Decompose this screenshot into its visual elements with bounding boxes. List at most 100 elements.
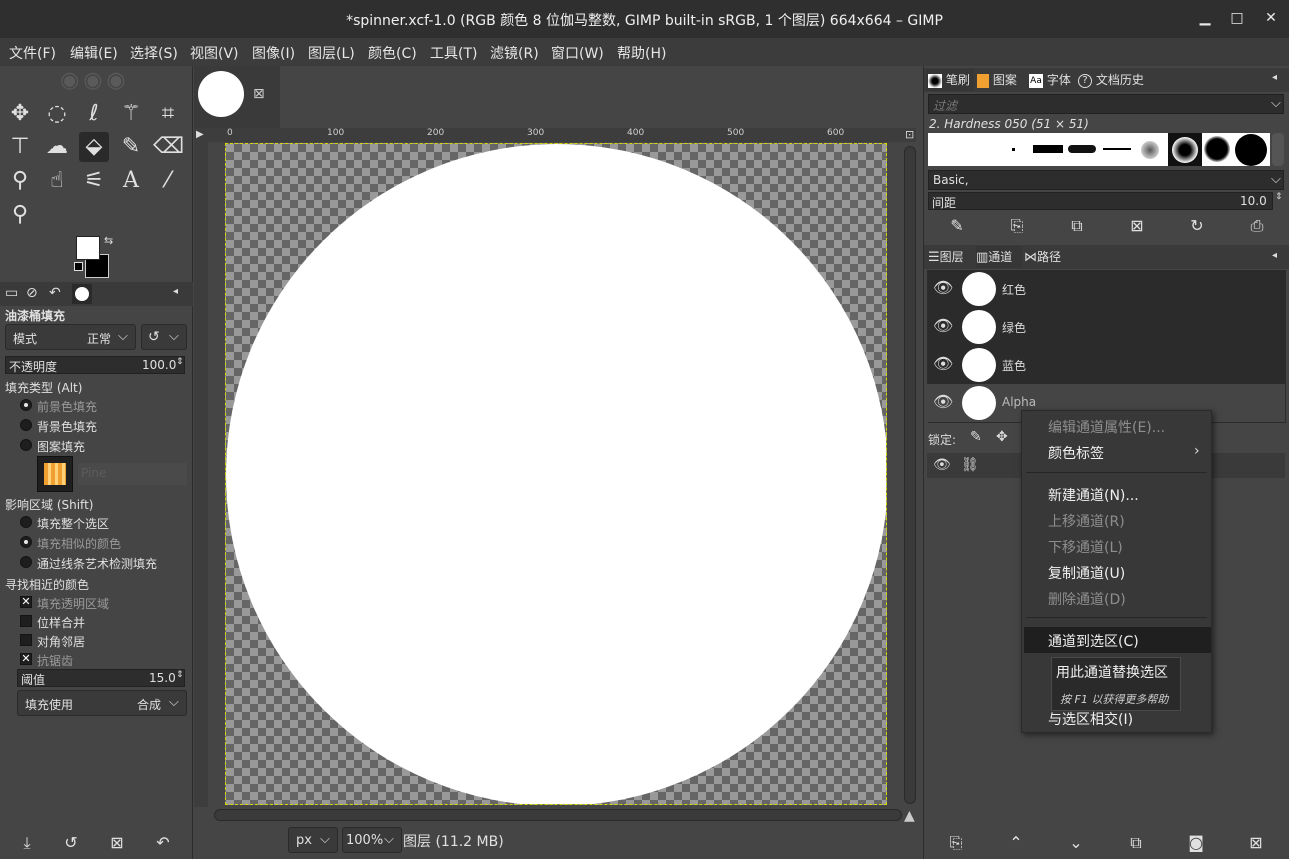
visibility-eye-icon[interactable]: 👁 <box>933 354 953 373</box>
affect-whole-radio[interactable] <box>20 516 32 528</box>
navigate-icon[interactable]: ▲ <box>904 808 915 824</box>
affect-similar-radio[interactable] <box>20 536 32 548</box>
mode-dropdown[interactable]: 模式 正常 ⌵ <box>5 324 136 350</box>
brush-filter-input[interactable]: 过滤 ⌵ <box>928 94 1284 114</box>
sample-merged-check[interactable] <box>20 615 32 627</box>
restore-options-icon[interactable]: ↺ <box>56 828 86 858</box>
unit-dropdown[interactable]: px ⌵ <box>288 827 338 853</box>
menu-select[interactable]: 选择(S) <box>130 43 178 63</box>
fill-bg-radio[interactable] <box>20 419 32 431</box>
opacity-field[interactable]: 不透明度 100.0 ⇕ <box>5 356 185 374</box>
paintbrush-icon[interactable]: ✎ <box>116 132 146 162</box>
brush-tag-dropdown[interactable]: Basic, ⌵ <box>928 170 1284 190</box>
brush-grid-scrollbar[interactable] <box>1272 133 1284 166</box>
visibility-eye-icon[interactable]: 👁 <box>933 457 951 473</box>
swap-colors-icon[interactable]: ⇆ <box>104 234 113 247</box>
bucket-fill-icon[interactable]: ⬙ <box>79 132 109 162</box>
menu-delete-channel[interactable]: 删除通道(D) <box>1048 589 1126 609</box>
menu-help[interactable]: 帮助(H) <box>617 43 666 63</box>
image-canvas[interactable] <box>225 143 887 805</box>
tool-options-tab-icon[interactable]: ▭ <box>5 285 18 301</box>
menu-tools[interactable]: 工具(T) <box>430 43 477 63</box>
tab-brushes[interactable]: 笔刷 <box>926 69 974 91</box>
device-status-tab-icon[interactable]: ⊘ <box>26 285 38 301</box>
undo-history-tab-icon[interactable]: ↶ <box>49 285 61 301</box>
horizontal-scrollbar[interactable] <box>214 809 902 821</box>
save-options-icon[interactable]: ⤓ <box>12 828 42 858</box>
tab-menu-icon[interactable]: ◂ <box>1272 250 1277 261</box>
pattern-name-field[interactable]: Pine <box>78 463 187 485</box>
fill-by-dropdown[interactable]: 填充使用 合成 ⌵ <box>17 690 187 716</box>
tab-menu-icon[interactable]: ◂ <box>1272 72 1277 83</box>
delete-brush-icon[interactable]: ⊠ <box>1126 216 1148 235</box>
spacing-field[interactable]: 间距 10.0 <box>928 192 1273 210</box>
navigate-menu-icon[interactable]: ▶ <box>196 129 204 140</box>
diagonal-neighbors-check[interactable] <box>20 634 32 646</box>
reset-mode-dropdown[interactable]: ↺ ⌵ <box>141 324 187 350</box>
free-select-icon[interactable]: ℓ <box>79 99 109 129</box>
tab-channels[interactable]: ▥通道 <box>976 246 1022 268</box>
delete-channel-icon[interactable]: ⊠ <box>1245 833 1267 852</box>
duplicate-channel-icon[interactable]: ⧉ <box>1125 833 1147 853</box>
foreground-color-swatch[interactable] <box>76 236 100 260</box>
menu-duplicate-channel[interactable]: 复制通道(U) <box>1048 563 1125 583</box>
edit-brush-icon[interactable]: ✎ <box>946 216 968 235</box>
menu-new-channel[interactable]: 新建通道(N)... <box>1048 485 1139 505</box>
new-channel-icon[interactable]: ⎘ <box>945 833 967 853</box>
move-tool-icon[interactable]: ✥ <box>5 99 35 129</box>
zoom-fit-icon[interactable]: ⊡ <box>905 128 914 141</box>
tab-menu-icon[interactable]: ◂ <box>173 286 178 297</box>
close-icon[interactable]: ✕ <box>1263 10 1279 26</box>
tab-patterns[interactable]: 图案 <box>977 69 1027 91</box>
duplicate-brush-icon[interactable]: ⧉ <box>1066 216 1088 236</box>
visibility-eye-icon[interactable]: 👁 <box>933 316 953 335</box>
refresh-brushes-icon[interactable]: ↻ <box>1186 216 1208 235</box>
lock-position-icon[interactable]: ✥ <box>996 429 1008 445</box>
menu-channel-to-selection[interactable]: 通道到选区(C) <box>1048 631 1139 651</box>
pattern-preview[interactable] <box>37 456 73 492</box>
ellipse-select-icon[interactable]: ◌ <box>42 99 72 129</box>
images-tab[interactable] <box>72 284 92 304</box>
antialiasing-check[interactable]: ✕ <box>20 653 32 665</box>
channel-to-selection-icon[interactable]: ◙ <box>1185 833 1207 852</box>
color-picker-icon[interactable]: ⁄ <box>153 166 183 196</box>
menu-lower-channel[interactable]: 下移通道(L) <box>1048 537 1123 557</box>
spin-arrows-icon[interactable]: ⇕ <box>176 357 184 367</box>
visibility-eye-icon[interactable]: 👁 <box>933 392 953 411</box>
fill-transparent-check[interactable]: ✕ <box>20 596 32 608</box>
vertical-scrollbar[interactable] <box>904 146 916 804</box>
channel-row-green[interactable]: 👁 绿色 <box>927 308 1285 346</box>
reset-options-icon[interactable]: ↶ <box>148 828 178 858</box>
spin-arrows-icon[interactable]: ⇕ <box>1275 192 1283 202</box>
paths-tool-icon[interactable]: ⚟ <box>79 166 109 196</box>
channel-row-blue[interactable]: 👁 蓝色 <box>927 346 1285 384</box>
delete-options-icon[interactable]: ⊠ <box>102 828 132 858</box>
lower-channel-icon[interactable]: ⌄ <box>1065 833 1087 852</box>
crop-tool-icon[interactable]: ⌗ <box>153 99 183 129</box>
tab-paths[interactable]: ⋈路径 <box>1024 246 1070 268</box>
tab-layers[interactable]: ☰图层 <box>928 246 974 268</box>
lock-pixels-icon[interactable]: ✎ <box>970 429 982 445</box>
menu-layer[interactable]: 图层(L) <box>308 43 355 63</box>
fill-fg-radio[interactable] <box>20 399 32 411</box>
zoom-dropdown[interactable]: 100% ⌵ <box>342 827 402 853</box>
chain-icon[interactable]: ⛓ <box>961 457 979 473</box>
visibility-eye-icon[interactable]: 👁 <box>933 278 953 297</box>
channel-row-red[interactable]: 👁 红色 <box>927 270 1285 308</box>
menu-windows[interactable]: 窗口(W) <box>551 43 604 63</box>
threshold-field[interactable]: 阈值 15.0 ⇕ <box>17 669 185 687</box>
close-tab-icon[interactable]: ⊠ <box>253 86 265 102</box>
fill-pattern-radio[interactable] <box>20 439 32 451</box>
tab-fonts[interactable]: Aa 字体 <box>1029 69 1077 91</box>
smudge-tool-icon[interactable]: ☝ <box>42 166 72 196</box>
minimize-icon[interactable]: ▁ <box>1197 10 1213 26</box>
menu-raise-channel[interactable]: 上移通道(R) <box>1048 511 1125 531</box>
spin-arrows-icon[interactable]: ⇕ <box>176 670 184 680</box>
affect-lineart-radio[interactable] <box>20 556 32 568</box>
menu-view[interactable]: 视图(V) <box>190 43 239 63</box>
menu-image[interactable]: 图像(I) <box>252 43 295 63</box>
unified-transform-icon[interactable]: ⊤ <box>5 132 35 162</box>
text-tool-icon[interactable]: A <box>116 166 146 196</box>
clone-tool-icon[interactable]: ⚲ <box>5 166 35 196</box>
menu-filters[interactable]: 滤镜(R) <box>490 43 539 63</box>
